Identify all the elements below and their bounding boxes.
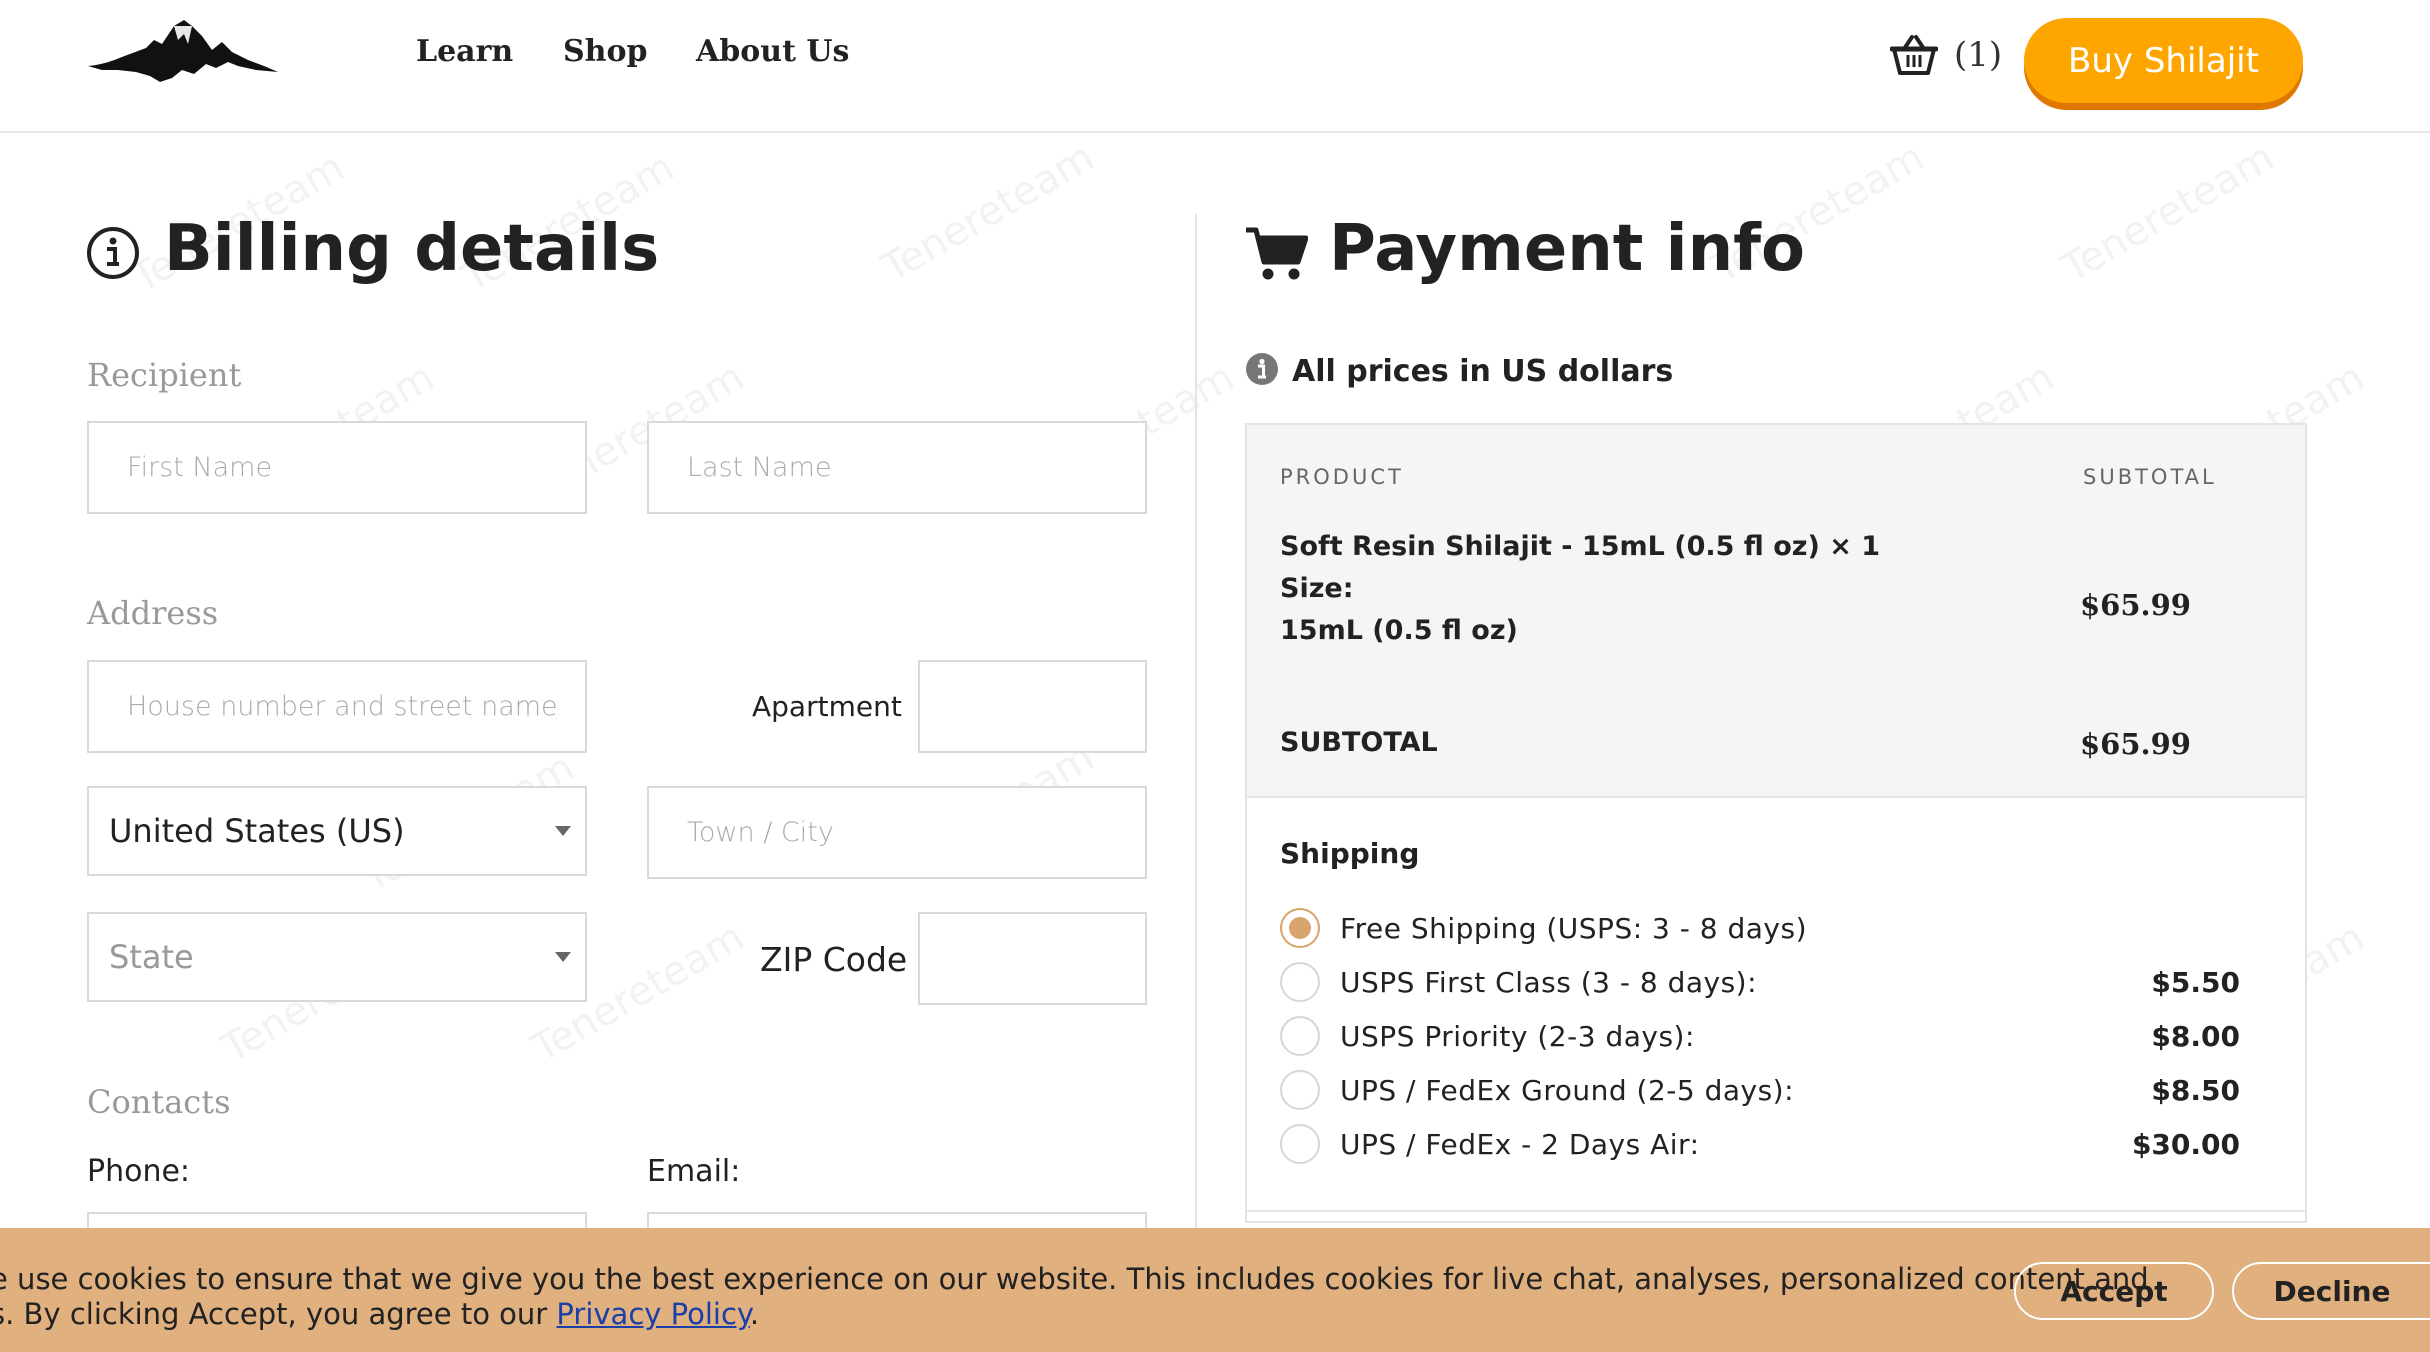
recipient-label: Recipient <box>87 356 242 394</box>
nav-learn[interactable]: Learn <box>416 34 513 69</box>
caret-down-icon <box>555 826 571 836</box>
state-placeholder: State <box>109 938 194 976</box>
phone-label: Phone: <box>87 1154 191 1189</box>
mountain-logo-icon[interactable] <box>88 20 278 86</box>
subtotal-label: SUBTOTAL <box>1280 727 1438 758</box>
column-header-subtotal: SUBTOTAL <box>2083 465 2217 489</box>
info-circle-icon <box>87 227 139 279</box>
email-label: Email: <box>647 1154 741 1189</box>
product-price: $65.99 <box>2080 588 2191 622</box>
country-select[interactable]: United States (US) <box>87 786 587 876</box>
nav-shop[interactable]: Shop <box>563 34 647 69</box>
shipping-option-price: $30.00 <box>2131 1127 2240 1161</box>
radio-selected[interactable] <box>1280 908 1320 948</box>
basket-icon <box>1890 35 1938 75</box>
buy-shilajit-button[interactable]: Buy Shilajit <box>2024 18 2303 103</box>
product-name: Soft Resin Shilajit - 15mL (0.5 fl oz) ×… <box>1280 531 1881 562</box>
shipping-option-label: Free Shipping (USPS: 3 - 8 days) <box>1340 911 1807 945</box>
divider <box>1247 1210 2305 1212</box>
cookie-message-line2: s. By clicking Accept, you agree to our … <box>0 1297 1980 1332</box>
shipping-option-usps-priority[interactable]: USPS Priority (2-3 days): $8.00 <box>1280 1016 2240 1056</box>
column-header-product: PRODUCT <box>1280 465 1404 489</box>
cart-count: (1) <box>1954 35 2003 75</box>
shipping-option-label: UPS / FedEx Ground (2-5 days): <box>1340 1073 1795 1107</box>
shipping-option-ups-2day-air[interactable]: UPS / FedEx - 2 Days Air: $30.00 <box>1280 1124 2240 1164</box>
shopping-cart-icon <box>1246 227 1308 280</box>
radio-button[interactable] <box>1280 962 1320 1002</box>
cookie-banner: e use cookies to ensure that we give you… <box>0 1228 2430 1352</box>
street-input[interactable] <box>87 660 587 753</box>
first-name-input[interactable] <box>87 421 587 514</box>
product-size-label: Size: <box>1280 573 1354 604</box>
apartment-input[interactable] <box>918 660 1147 753</box>
caret-down-icon <box>555 952 571 962</box>
apartment-label: Apartment <box>752 690 902 723</box>
last-name-input[interactable] <box>647 421 1147 514</box>
billing-title: Billing details <box>164 212 660 286</box>
order-table: PRODUCT SUBTOTAL Soft Resin Shilajit - 1… <box>1247 425 2305 798</box>
watermark: Tenereteam <box>2054 134 2282 292</box>
shipping-option-ups-ground[interactable]: UPS / FedEx Ground (2-5 days): $8.50 <box>1280 1070 2240 1110</box>
address-label: Address <box>87 594 219 632</box>
state-select[interactable]: State <box>87 912 587 1002</box>
column-divider <box>1195 214 1197 1234</box>
product-size-value: 15mL (0.5 fl oz) <box>1280 615 1518 646</box>
zip-input[interactable] <box>918 912 1147 1005</box>
shipping-option-label: UPS / FedEx - 2 Days Air: <box>1340 1127 1700 1161</box>
shipping-title: Shipping <box>1280 837 1420 870</box>
radio-button[interactable] <box>1280 1070 1320 1110</box>
radio-button[interactable] <box>1280 1124 1320 1164</box>
info-icon <box>1246 353 1278 385</box>
accept-cookies-button[interactable]: Accept <box>2014 1262 2214 1320</box>
cookie-message-line1: e use cookies to ensure that we give you… <box>0 1262 2149 1296</box>
payment-title: Payment info <box>1329 212 1805 286</box>
cookie-message-prefix: s. By clicking Accept, you agree to our <box>0 1297 557 1331</box>
currency-note: All prices in US dollars <box>1292 354 1674 389</box>
subtotal-value: $65.99 <box>2080 727 2191 761</box>
shipping-option-label: USPS First Class (3 - 8 days): <box>1340 965 1758 999</box>
cookie-message: e use cookies to ensure that we give you… <box>0 1262 2149 1332</box>
radio-button[interactable] <box>1280 1016 1320 1056</box>
decline-cookies-button[interactable]: Decline <box>2232 1262 2430 1320</box>
cookie-message-suffix: . <box>749 1297 760 1331</box>
zip-label: ZIP Code <box>760 940 908 979</box>
city-input[interactable] <box>647 786 1147 879</box>
nav-about-us[interactable]: About Us <box>696 34 849 69</box>
watermark: Tenereteam <box>874 134 1102 292</box>
shipping-option-price: $8.50 <box>2151 1073 2240 1107</box>
country-value: United States (US) <box>109 812 405 850</box>
shipping-option-free[interactable]: Free Shipping (USPS: 3 - 8 days) <box>1280 908 2240 948</box>
shipping-option-label: USPS Priority (2-3 days): <box>1340 1019 1695 1053</box>
shipping-option-price: $8.00 <box>2151 1019 2240 1053</box>
contacts-label: Contacts <box>87 1083 231 1121</box>
privacy-policy-link[interactable]: Privacy Policy <box>556 1297 750 1331</box>
shipping-option-usps-first-class[interactable]: USPS First Class (3 - 8 days): $5.50 <box>1280 962 2240 1002</box>
site-header: Learn Shop About Us (1) Buy Shilajit <box>0 0 2430 133</box>
shipping-option-price: $5.50 <box>2151 965 2240 999</box>
cart-link[interactable]: (1) <box>1890 30 2002 80</box>
order-summary: PRODUCT SUBTOTAL Soft Resin Shilajit - 1… <box>1245 423 2307 1223</box>
